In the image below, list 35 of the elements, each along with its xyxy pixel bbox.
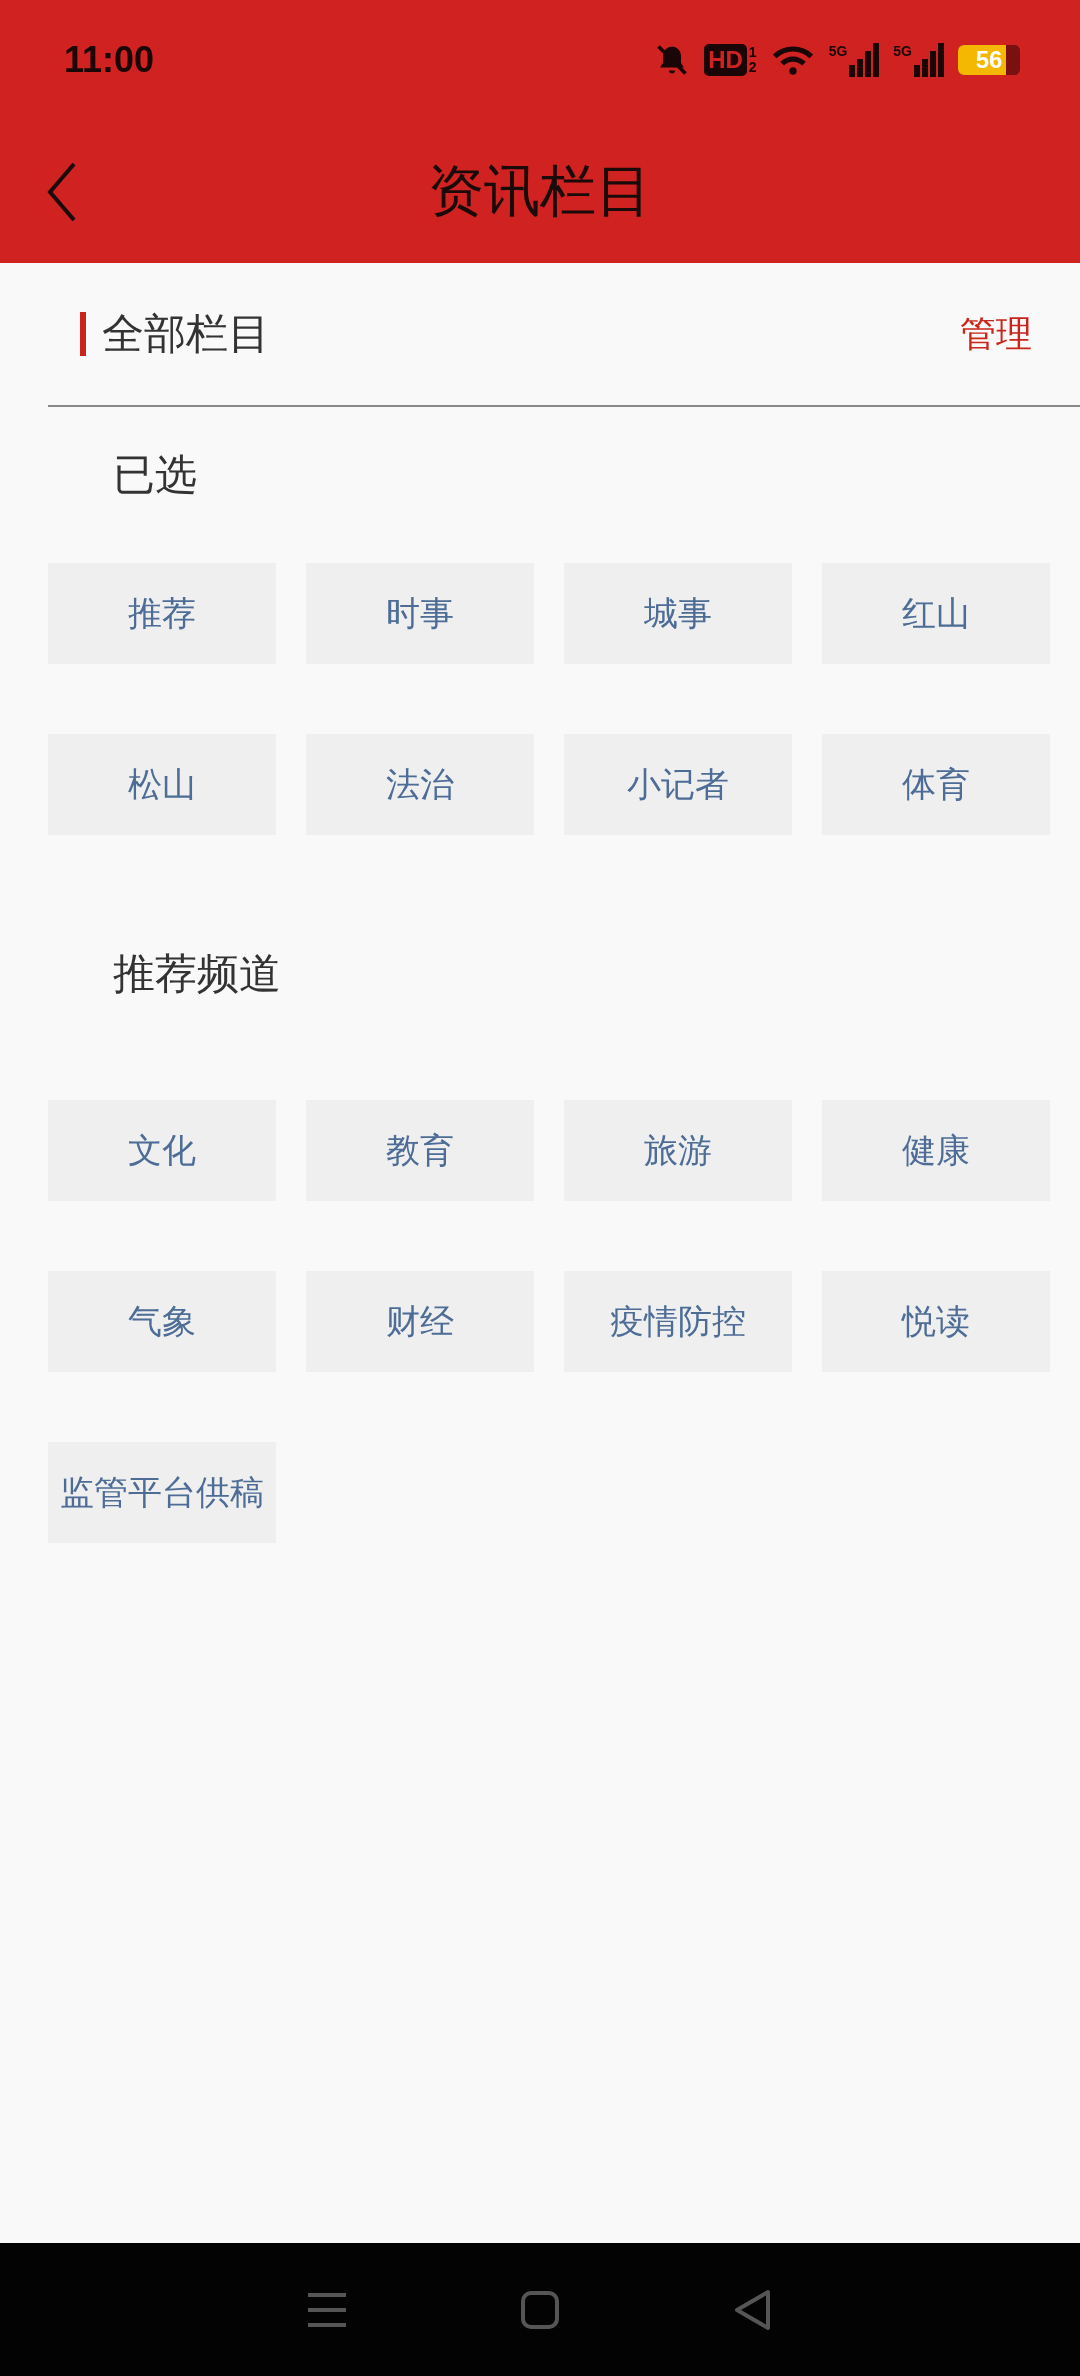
channel-tile[interactable]: 健康 <box>822 1100 1050 1201</box>
signal-icon <box>914 43 944 77</box>
section-title: 全部栏目 <box>80 312 270 356</box>
channel-tile[interactable]: 红山 <box>822 563 1050 664</box>
channel-tile[interactable]: 财经 <box>306 1271 534 1372</box>
channel-tile[interactable]: 松山 <box>48 734 276 835</box>
back-icon[interactable] <box>734 2288 773 2331</box>
sim-number: 2 <box>748 60 757 75</box>
channel-tile[interactable]: 法治 <box>306 734 534 835</box>
channel-tile[interactable]: 监管平台供稿 <box>48 1442 276 1543</box>
channel-tile[interactable]: 教育 <box>306 1100 534 1201</box>
channel-tile[interactable]: 体育 <box>822 734 1050 835</box>
hd-badge: HD <box>704 44 747 76</box>
home-icon[interactable] <box>521 2290 559 2329</box>
channel-tile[interactable]: 气象 <box>48 1271 276 1372</box>
channel-tile[interactable]: 疫情防控 <box>564 1271 792 1372</box>
manage-link[interactable]: 管理 <box>960 309 1032 359</box>
channel-tile[interactable]: 文化 <box>48 1100 276 1201</box>
signal-icon <box>849 43 880 77</box>
channel-tile[interactable]: 推荐 <box>48 563 276 664</box>
channel-tile[interactable]: 城事 <box>564 563 792 664</box>
channel-tile[interactable]: 旅游 <box>564 1100 792 1201</box>
page-title: 资讯栏目 <box>428 156 652 225</box>
network-label: 5G <box>893 43 912 59</box>
network-label: 5G <box>828 43 848 59</box>
group-title: 推荐频道 <box>113 949 281 998</box>
group-title: 已选 <box>113 450 197 499</box>
battery-level: 56 <box>975 46 1003 74</box>
channel-tile[interactable]: 悦读 <box>822 1271 1050 1372</box>
status-time: 11:00 <box>64 39 155 81</box>
sim-number: 1 <box>748 45 757 60</box>
wifi-icon <box>770 43 815 77</box>
menu-icon[interactable] <box>307 2291 346 2328</box>
channel-tile[interactable]: 小记者 <box>564 734 792 835</box>
channel-tile[interactable]: 时事 <box>306 563 534 664</box>
